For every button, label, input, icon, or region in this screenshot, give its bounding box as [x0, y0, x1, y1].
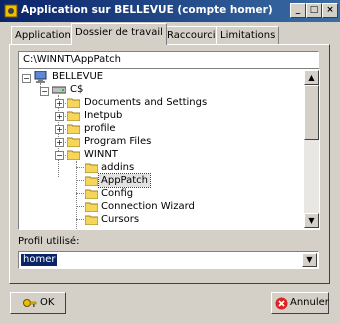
folder-icon — [85, 189, 98, 199]
folder-icon — [67, 124, 80, 134]
expand-toggle[interactable]: + — [55, 138, 64, 147]
app-icon — [4, 4, 18, 18]
profile-value: homer — [21, 254, 58, 266]
path-value: C:\WINNT\AppPatch — [23, 54, 121, 65]
tree-item-apppatch-selected[interactable]: AppPatch — [97, 173, 152, 188]
close-button[interactable]: × — [322, 3, 338, 18]
cancel-label: Annuler — [290, 297, 329, 308]
ok-label: OK — [40, 297, 55, 308]
tree-item-config[interactable]: Config — [101, 187, 133, 200]
title-bar[interactable]: Application sur BELLEVUE (compte homer) … — [0, 0, 340, 22]
tree-item-profile[interactable]: profile — [84, 122, 116, 135]
ok-key-icon — [23, 299, 37, 307]
tab-raccourci[interactable]: Raccourci — [163, 26, 220, 45]
tab-label: Limitations — [220, 30, 276, 41]
minimize-button[interactable]: _ — [290, 3, 306, 18]
window-title: Application sur BELLEVUE (compte homer) — [21, 4, 273, 16]
tab-application[interactable]: Application — [11, 26, 75, 45]
cancel-button[interactable]: Annuler — [271, 292, 329, 314]
ok-button[interactable]: OK — [10, 292, 66, 314]
computer-icon — [34, 71, 47, 83]
path-input[interactable]: C:\WINNT\AppPatch — [18, 51, 319, 69]
folder-icon — [67, 111, 80, 121]
profile-label: Profil utilisé: — [18, 236, 80, 247]
tab-label: Raccourci — [167, 30, 216, 41]
tab-label: Dossier de travail — [75, 27, 163, 38]
tree-item-winnt[interactable]: WINNT — [84, 148, 118, 161]
tree-item-cursors[interactable]: Cursors — [101, 213, 139, 226]
collapse-toggle[interactable]: − — [55, 151, 64, 160]
expand-toggle[interactable]: + — [55, 99, 64, 108]
profile-select[interactable]: homer ▼ — [18, 251, 319, 269]
expand-toggle[interactable]: + — [55, 112, 64, 121]
scroll-down-icon[interactable]: ▼ — [304, 213, 319, 228]
maximize-button[interactable]: □ — [306, 3, 322, 18]
scroll-up-icon[interactable]: ▲ — [304, 70, 319, 85]
folder-open-icon — [85, 176, 98, 186]
tree-scrollbar[interactable]: ▲ ▼ — [304, 70, 319, 228]
folder-icon — [85, 215, 98, 225]
folder-icon — [85, 163, 98, 173]
tree-item-connection-wizard[interactable]: Connection Wizard — [101, 200, 195, 213]
drive-icon — [52, 86, 66, 94]
scroll-thumb[interactable] — [304, 85, 319, 140]
cancel-x-icon — [275, 297, 288, 310]
tab-limitations[interactable]: Limitations — [216, 26, 280, 45]
folder-icon — [85, 202, 98, 212]
tab-label: Application — [15, 30, 71, 41]
tree-item-inetpub[interactable]: Inetpub — [84, 109, 122, 122]
folder-tree[interactable]: − BELLEVUE − C$ + Documents and Settings… — [18, 68, 320, 230]
tree-drive-label[interactable]: C$ — [70, 83, 83, 96]
tab-dossier-de-travail[interactable]: Dossier de travail — [71, 23, 167, 45]
folder-icon — [67, 98, 80, 108]
collapse-toggle[interactable]: − — [40, 87, 49, 96]
tree-item-program-files[interactable]: Program Files — [84, 135, 151, 148]
tree-item-addins[interactable]: addins — [101, 161, 134, 174]
collapse-toggle[interactable]: − — [22, 74, 31, 83]
tree-root-label[interactable]: BELLEVUE — [52, 70, 103, 83]
tree-item-documents-and-settings[interactable]: Documents and Settings — [84, 96, 207, 109]
chevron-down-icon[interactable]: ▼ — [302, 253, 317, 267]
folder-open-icon — [67, 150, 80, 160]
expand-toggle[interactable]: + — [55, 125, 64, 134]
folder-icon — [67, 137, 80, 147]
